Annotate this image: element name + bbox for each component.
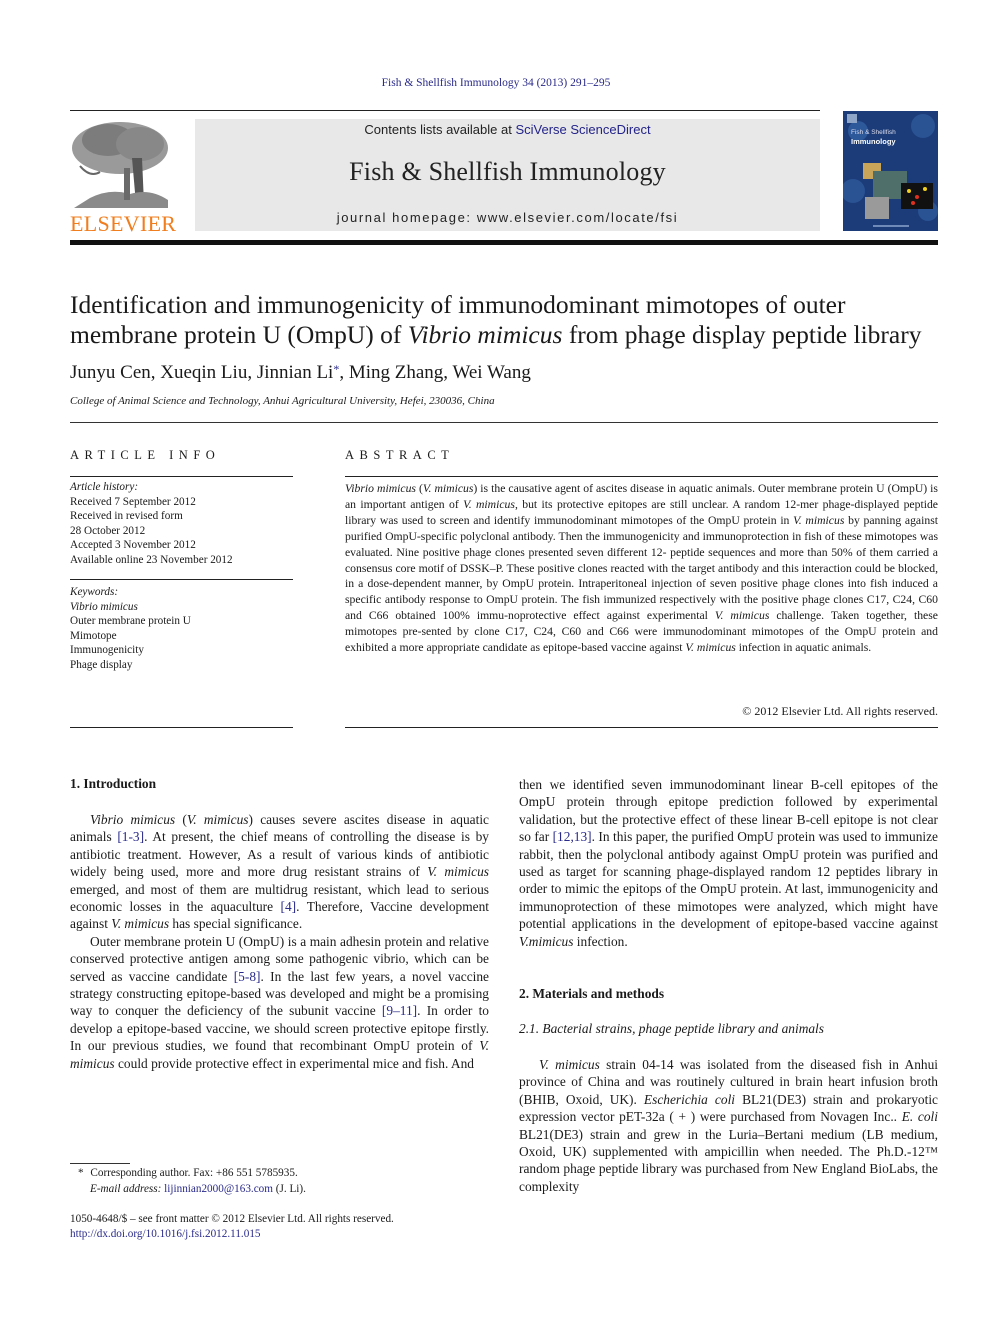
front-matter: 1050-4648/$ – see front matter © 2012 El… [70,1213,394,1242]
left-column: Vibrio mimicus (V. mimicus) causes sever… [70,811,489,1072]
text-run: ( [415,482,423,495]
keywords: Keywords: Vibrio mimicus Outer membrane … [70,585,293,672]
keyword-item: Immunogenicity [70,644,144,656]
article-info-heading: ARTICLE INFO [70,448,221,462]
italic-term: V. mimicus [685,641,736,655]
paragraph: Vibrio mimicus (V. mimicus) causes sever… [70,811,489,933]
history-item: Received in revised form [70,510,183,522]
footnote-divider [70,1163,130,1164]
keyword-item: Outer membrane protein U [70,615,191,627]
header-divider [70,240,938,245]
contents-line: Contents lists available at SciVerse Sci… [364,122,651,137]
text-run: has special significance. [169,916,303,932]
italic-term: E. coli [901,1109,938,1125]
paragraph: V. mimicus strain 04-14 was isolated fro… [519,1056,938,1195]
abstract-heading: ABSTRACT [345,448,455,462]
cover-title-line1: Fish & Shellfish [851,129,896,136]
divider [70,476,293,477]
journal-citation-link[interactable]: Fish & Shellfish Immunology 34 (2013) 29… [382,77,611,89]
section-heading-introduction: 1. Introduction [70,776,157,791]
subsection-heading: 2.1. Bacterial strains, phage peptide li… [519,1021,824,1036]
italic-term: V.mimicus [519,933,574,949]
citation-link[interactable]: [9–11] [382,1003,417,1018]
italic-term: V. mimicus [111,916,170,932]
italic-term: V. mimicus [186,812,249,827]
cover-title-line2: Immunology [851,137,896,146]
keyword-item: Vibrio mimicus [70,600,138,613]
journal-cover-image: Fish & Shellfish Immunology [843,111,938,231]
italic-term: V. mimicus [793,513,845,527]
text-run: BL21(DE3) strain and grew in the Luria–B… [519,1126,938,1194]
elsevier-logo: ELSEVIER [70,118,177,236]
history-item: Received 7 September 2012 [70,495,196,508]
history-item: Accepted 3 November 2012 [70,539,196,551]
paragraph: Outer membrane protein U (OmpU) is a mai… [70,933,489,1072]
italic-term: V. mimicus [463,497,515,511]
text-run: infection. [573,933,628,949]
abstract-text: Vibrio mimicus (V. mimicus) is the causa… [345,481,938,656]
journal-title: Fish & Shellfish Immunology [349,157,666,186]
citation-link[interactable]: [5-8] [234,969,261,984]
elsevier-wordmark: ELSEVIER [70,211,177,236]
history-item: 28 October 2012 [70,524,146,537]
divider [70,727,293,728]
right-column-top: then we identified seven immunodominant … [519,776,938,950]
citation-link[interactable]: [1-3] [117,829,144,844]
paragraph: then we identified seven immunodominant … [519,776,938,950]
keyword-item: Mimotope [70,629,117,642]
sciencedirect-link[interactable]: SciVerse ScienceDirect [515,122,650,137]
footnote: * Corresponding author. Fax: +86 551 578… [78,1167,306,1195]
affiliation: College of Animal Science and Technology… [70,395,495,407]
citation-link[interactable]: [4] [281,899,297,914]
section-heading-methods: 2. Materials and methods [519,986,665,1001]
journal-homepage-link[interactable]: journal homepage: www.elsevier.com/locat… [195,210,820,225]
article-title: Identification and immunogenicity of imm… [70,290,922,349]
italic-term: Escherichia coli [643,1091,736,1107]
keyword-item: Phage display [70,658,133,671]
history-item: Available online 23 November 2012 [70,553,233,566]
divider [70,579,293,580]
text-run: infection in aquatic animals. [735,641,872,655]
italic-term: V. mimicus [427,864,489,880]
text-run: ( [175,812,187,827]
italic-term: V. mimicus [422,482,474,495]
text-run: . In this paper, the purified OmpU prote… [519,829,939,932]
email-link[interactable]: lijinnian2000@163.com [164,1183,273,1195]
divider [345,476,938,477]
author-list: Junyu Cen, Xueqin Liu, Jinnian Li*, Ming… [70,362,531,383]
text-run: by panning against purified OmpU-specifi… [345,513,938,623]
italic-term: V. mimicus [714,609,770,623]
divider [345,727,938,728]
italic-term: Vibrio mimicus [90,812,176,827]
citation-link[interactable]: [12,13] [553,829,592,844]
text-run: could provide protective effect in exper… [114,1055,474,1071]
abstract-copyright: © 2012 Elsevier Ltd. All rights reserved… [742,704,938,718]
journal-masthead: Contents lists available at SciVerse Sci… [195,119,820,231]
top-divider [70,110,820,111]
article-history: Article history: Received 7 September 20… [70,480,293,567]
doi-link[interactable]: http://dx.doi.org/10.1016/j.fsi.2012.11.… [70,1227,394,1242]
journal-citation[interactable]: Fish & Shellfish Immunology 34 (2013) 29… [0,77,992,89]
italic-term: Vibrio mimicus [345,482,416,495]
italic-term: V. mimicus [539,1057,600,1072]
right-column-bottom: V. mimicus strain 04-14 was isolated fro… [519,1056,938,1195]
elsevier-tree-icon [70,118,172,210]
title-divider [70,422,938,423]
